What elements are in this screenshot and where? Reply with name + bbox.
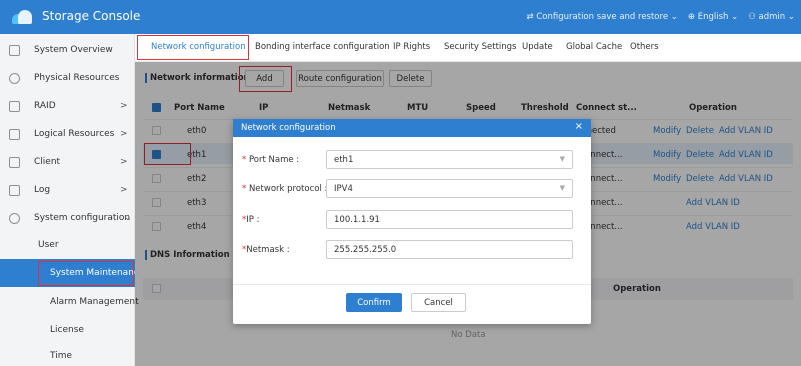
port-name-label: * Port Name : [242, 155, 299, 165]
dialog-divider [233, 284, 591, 285]
close-icon[interactable]: × [575, 121, 583, 132]
chevron-down-icon: ⌄ [124, 213, 132, 223]
cancel-button[interactable]: Cancel [411, 293, 466, 312]
sidebar-item-physical-resources[interactable]: Physical Resources [0, 64, 135, 92]
sidebar-item-label: User [38, 240, 59, 250]
protocol-select[interactable]: IPV4 ▼ [326, 179, 573, 198]
sidebar-item-log[interactable]: Log > [0, 176, 135, 204]
chevron-right-icon: > [120, 101, 128, 111]
sidebar-subitem-system-maintenance[interactable]: System Maintenance [0, 259, 144, 287]
ip-label: *IP : [242, 215, 259, 225]
tab-others[interactable]: Others [630, 42, 659, 52]
port-name-select[interactable]: eth1 ▼ [326, 150, 573, 169]
chevron-right-icon: > [120, 157, 128, 167]
sidebar-item-label: System Maintenance [50, 268, 145, 278]
tab-security-settings[interactable]: Security Settings [444, 42, 516, 52]
log-icon [9, 184, 20, 196]
chevron-right-icon: > [120, 129, 128, 139]
sidebar-item-label: Alarm Management [50, 297, 139, 307]
tab-global-cache[interactable]: Global Cache [566, 42, 622, 52]
ip-value: 100.1.1.91 [334, 214, 380, 225]
tab-ip-rights[interactable]: IP Rights [393, 42, 430, 52]
tab-update[interactable]: Update [522, 42, 553, 52]
physical-icon [9, 72, 20, 84]
port-name-value: eth1 [334, 154, 354, 165]
netmask-value: 255.255.255.0 [334, 244, 397, 255]
sidebar-item-label: RAID [34, 101, 56, 111]
overview-icon [9, 44, 20, 56]
sidebar-subitem-time[interactable]: Time [0, 342, 135, 366]
sidebar-item-client[interactable]: Client > [0, 148, 135, 176]
dialog-title: Network configuration [241, 123, 336, 133]
sidebar-item-label: System Overview [34, 45, 113, 55]
tab-network-configuration[interactable]: Network configuration [151, 42, 246, 52]
chevron-right-icon: > [120, 185, 128, 195]
top-right-menu: ⇄ Configuration save and restore ⌄ ⊕ Eng… [527, 12, 795, 22]
sidebar-item-label: Time [50, 351, 73, 361]
client-icon [9, 156, 20, 168]
tab-bar: Network configuration Bonding interface … [135, 34, 801, 62]
field-label-text: Port Name : [248, 155, 300, 165]
field-label-text: Network protocol : [248, 184, 328, 194]
app-title: Storage Console [42, 9, 141, 23]
sidebar-item-system-configuration[interactable]: System configuration ⌄ [0, 204, 135, 232]
gear-icon [9, 212, 20, 224]
language-menu[interactable]: ⊕ English ⌄ [688, 12, 738, 22]
sidebar-subitem-license[interactable]: License [0, 316, 135, 344]
tab-bonding-interface[interactable]: Bonding interface configuration [255, 42, 390, 52]
sidebar-item-system-overview[interactable]: System Overview [0, 36, 135, 64]
logical-icon [9, 128, 20, 140]
dialog-header: Network configuration × [233, 119, 591, 137]
sidebar-item-label: License [50, 325, 84, 335]
field-label-text: Netmask : [246, 245, 290, 255]
sidebar-item-raid[interactable]: RAID > [0, 92, 135, 120]
sidebar-item-logical-resources[interactable]: Logical Resources > [0, 120, 135, 148]
sidebar-item-label: Log [34, 185, 51, 195]
protocol-value: IPV4 [334, 183, 353, 194]
network-config-dialog: Network configuration × * Port Name : et… [233, 119, 591, 324]
ip-input[interactable]: 100.1.1.91 [326, 210, 573, 229]
chevron-down-icon: ▼ [559, 184, 565, 192]
sidebar-subitem-user[interactable]: User [0, 231, 135, 259]
top-bar: Storage Console ⇄ Configuration save and… [0, 0, 801, 34]
app-logo-icon [12, 9, 34, 25]
sidebar-item-label: System configuration [34, 213, 131, 223]
netmask-label: *Netmask : [242, 245, 290, 255]
confirm-button[interactable]: Confirm [346, 293, 402, 312]
sidebar-item-label: Physical Resources [34, 73, 120, 83]
user-menu[interactable]: ⚇ admin ⌄ [748, 12, 795, 22]
chevron-down-icon: ▼ [559, 155, 565, 163]
sidebar-item-label: Client [34, 157, 61, 167]
required-mark: * [242, 155, 247, 165]
config-save-restore-menu[interactable]: ⇄ Configuration save and restore ⌄ [527, 12, 678, 22]
sidebar-subitem-alarm-management[interactable]: Alarm Management [0, 288, 139, 316]
required-mark: * [242, 184, 247, 194]
sidebar-item-label: Logical Resources [34, 129, 115, 139]
protocol-label: * Network protocol : [242, 184, 327, 194]
netmask-input[interactable]: 255.255.255.0 [326, 240, 573, 259]
raid-icon [9, 100, 20, 112]
sidebar: System Overview Physical Resources RAID … [0, 34, 144, 366]
field-label-text: IP : [246, 215, 260, 225]
